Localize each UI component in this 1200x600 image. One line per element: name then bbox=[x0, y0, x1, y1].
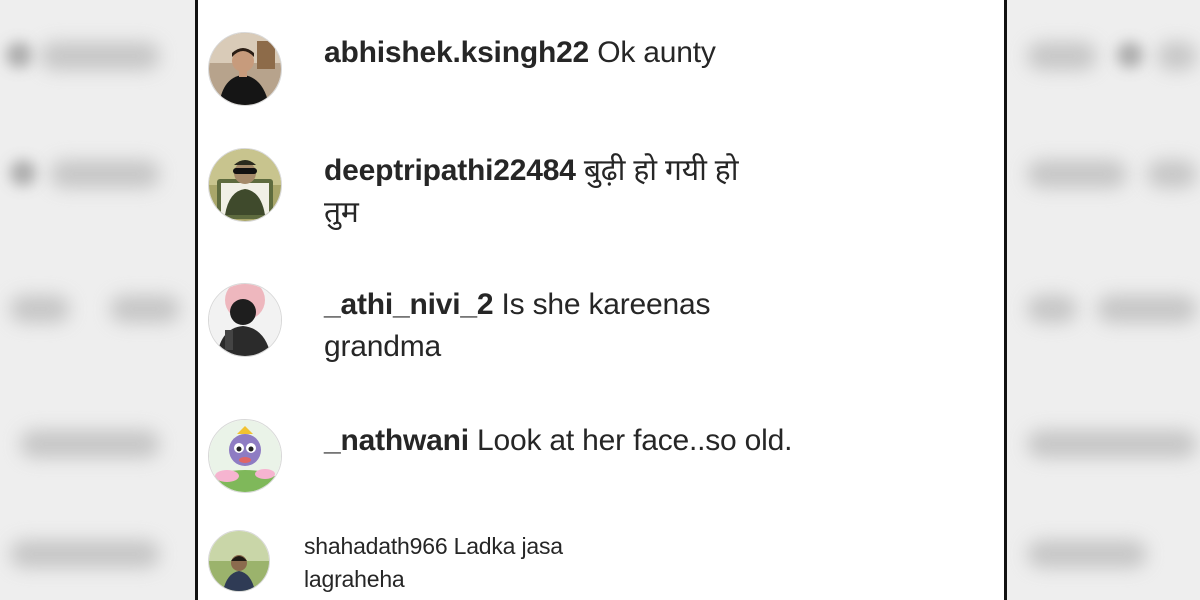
comment-username[interactable]: shahadath966 bbox=[304, 533, 448, 559]
user-avatar[interactable] bbox=[208, 32, 282, 106]
comment-username[interactable]: deeptripathi22484 bbox=[324, 154, 576, 187]
comment-body: shahadath966 Ladka jasa lagraheha bbox=[304, 530, 563, 596]
blurred-background-right bbox=[1007, 0, 1200, 600]
comments-panel: abhishek.ksingh22 Ok aunty deeptripathi2… bbox=[195, 0, 1007, 600]
avatar-man-black-shirt-icon bbox=[209, 33, 281, 105]
comment-item: shahadath966 Ladka jasa lagraheha bbox=[208, 530, 563, 596]
comment-body: deeptripathi22484 बुढ़ी हो गयी हो तुम bbox=[324, 150, 739, 234]
comment-body: _nathwani Look at her face..so old. bbox=[324, 420, 792, 462]
comment-username[interactable]: _athi_nivi_2 bbox=[324, 288, 494, 321]
comment-body: _athi_nivi_2 Is she kareenas grandma bbox=[324, 284, 710, 368]
comment-text-line2: grandma bbox=[324, 330, 442, 363]
screenshot-stage: abhishek.ksingh22 Ok aunty deeptripathi2… bbox=[0, 0, 1200, 600]
comment-text: Ladka jasa bbox=[453, 533, 563, 559]
avatar-cartoon-character-icon bbox=[209, 420, 281, 492]
avatar-dark-silhouette-icon bbox=[209, 284, 281, 356]
comment-item: abhishek.ksingh22 Ok aunty bbox=[208, 32, 716, 106]
blurred-background-left bbox=[0, 0, 195, 600]
comment-text: बुढ़ी हो गयी हो bbox=[583, 154, 739, 187]
avatar-man-sunglasses-icon bbox=[209, 149, 281, 221]
user-avatar[interactable] bbox=[208, 530, 270, 592]
comment-item: _nathwani Look at her face..so old. bbox=[208, 419, 792, 493]
comment-item: _athi_nivi_2 Is she kareenas grandma bbox=[208, 283, 710, 368]
comment-body: abhishek.ksingh22 Ok aunty bbox=[324, 32, 716, 74]
user-avatar[interactable] bbox=[208, 419, 282, 493]
comment-item: deeptripathi22484 बुढ़ी हो गयी हो तुम bbox=[208, 148, 739, 234]
comment-text: Is she kareenas bbox=[501, 288, 711, 321]
comment-text: Look at her face..so old. bbox=[477, 424, 793, 457]
comment-text: Ok aunty bbox=[597, 36, 716, 69]
user-avatar[interactable] bbox=[208, 283, 282, 357]
comment-text-line2: तुम bbox=[324, 196, 359, 229]
comment-username[interactable]: _nathwani bbox=[324, 424, 469, 457]
avatar-man-outdoor-icon bbox=[209, 531, 269, 591]
user-avatar[interactable] bbox=[208, 148, 282, 222]
comment-username[interactable]: abhishek.ksingh22 bbox=[324, 36, 589, 69]
comment-text-line2: lagraheha bbox=[304, 566, 405, 592]
